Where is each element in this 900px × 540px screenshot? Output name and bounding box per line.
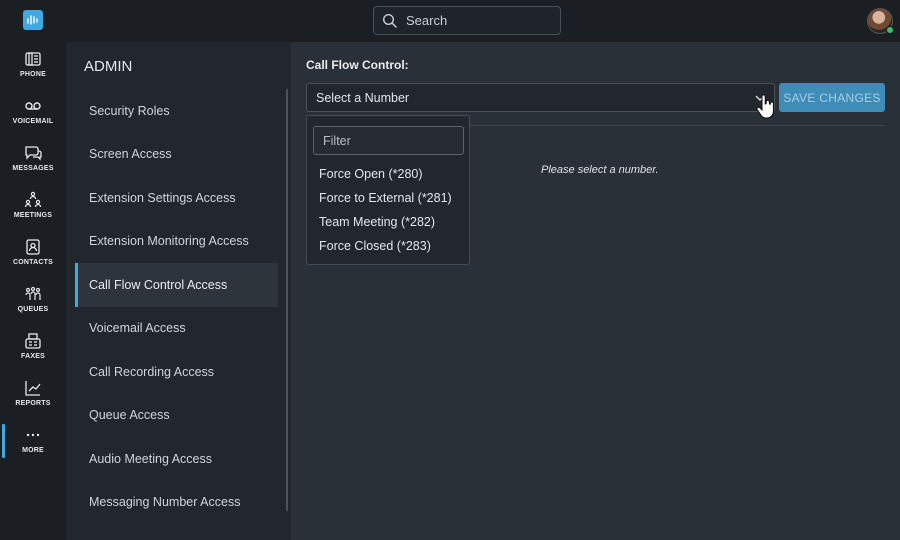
admin-menu-list: Security Roles Screen Access Extension S… xyxy=(75,89,278,524)
nav-label: MEETINGS xyxy=(13,212,53,219)
number-dropdown-menu: Force Open (*280) Force to External (*28… xyxy=(306,115,470,265)
nav-label: QUEUES xyxy=(17,306,49,313)
top-bar xyxy=(0,0,900,42)
nav-label: PHONE xyxy=(20,71,46,78)
meetings-icon xyxy=(24,191,42,208)
more-icon xyxy=(26,433,40,437)
admin-sidebar: ADMIN Security Roles Screen Access Exten… xyxy=(66,42,291,540)
nav-label: FAXES xyxy=(21,353,45,360)
voicemail-icon xyxy=(25,102,41,110)
sidebar-scrollbar[interactable] xyxy=(286,89,288,511)
save-changes-button[interactable]: SAVE CHANGES xyxy=(779,83,885,112)
dropdown-option[interactable]: Force Open (*280) xyxy=(319,167,423,181)
search-box[interactable] xyxy=(373,6,561,35)
number-select[interactable]: Select a Number xyxy=(306,83,775,112)
admin-item-queue-access[interactable]: Queue Access xyxy=(75,394,278,438)
fax-icon xyxy=(25,333,41,349)
hand-cursor-icon xyxy=(756,94,774,119)
admin-item-screen-access[interactable]: Screen Access xyxy=(75,133,278,177)
divider xyxy=(469,125,885,126)
admin-item-voicemail-access[interactable]: Voicemail Access xyxy=(75,307,278,351)
nav-label: MORE xyxy=(22,447,44,454)
dropdown-option[interactable]: Force Closed (*283) xyxy=(319,239,431,253)
nav-faxes[interactable]: FAXES xyxy=(0,332,66,376)
dropdown-option[interactable]: Team Meeting (*282) xyxy=(319,215,435,229)
nav-voicemail[interactable]: VOICEMAIL xyxy=(0,97,66,141)
queues-icon xyxy=(25,286,41,300)
online-status-indicator xyxy=(886,26,894,34)
nav-phone[interactable]: PHONE xyxy=(0,50,66,94)
admin-item-extension-monitoring-access[interactable]: Extension Monitoring Access xyxy=(75,220,278,264)
search-icon xyxy=(382,13,397,28)
search-input[interactable] xyxy=(406,13,546,28)
nav-meetings[interactable]: MEETINGS xyxy=(0,191,66,235)
main-panel: Call Flow Control: Select a Number SAVE … xyxy=(291,42,900,540)
nav-label: VOICEMAIL xyxy=(12,118,54,125)
nav-messages[interactable]: MESSAGES xyxy=(0,144,66,188)
contacts-icon xyxy=(26,239,40,255)
nav-contacts[interactable]: CONTACTS xyxy=(0,238,66,282)
dropdown-option[interactable]: Force to External (*281) xyxy=(319,191,452,205)
nav-queues[interactable]: QUEUES xyxy=(0,285,66,329)
nav-rail: PHONE VOICEMAIL MESSAGES MEETINGS CONTAC… xyxy=(0,42,66,540)
messages-icon xyxy=(25,146,42,161)
admin-item-extension-settings-access[interactable]: Extension Settings Access xyxy=(75,176,278,220)
user-avatar[interactable] xyxy=(867,8,894,34)
nav-more[interactable]: MORE xyxy=(0,424,66,470)
admin-item-audio-meeting-access[interactable]: Audio Meeting Access xyxy=(75,437,278,481)
admin-heading: ADMIN xyxy=(84,58,133,75)
nav-reports[interactable]: REPORTS xyxy=(0,379,66,423)
nav-label: MESSAGES xyxy=(12,165,54,172)
reports-icon xyxy=(25,381,41,396)
phone-icon xyxy=(25,52,41,66)
app-logo-icon[interactable] xyxy=(23,10,43,30)
admin-item-security-roles[interactable]: Security Roles xyxy=(75,89,278,133)
empty-state-message: Please select a number. xyxy=(541,164,659,176)
admin-item-call-flow-control-access[interactable]: Call Flow Control Access xyxy=(75,263,278,307)
admin-item-call-recording-access[interactable]: Call Recording Access xyxy=(75,350,278,394)
admin-item-messaging-number-access[interactable]: Messaging Number Access xyxy=(75,481,278,525)
number-select-value: Select a Number xyxy=(316,90,410,105)
nav-label: CONTACTS xyxy=(13,259,53,266)
nav-label: REPORTS xyxy=(15,400,51,407)
page-title: Call Flow Control: xyxy=(306,58,409,72)
dropdown-filter-input[interactable] xyxy=(313,126,464,155)
